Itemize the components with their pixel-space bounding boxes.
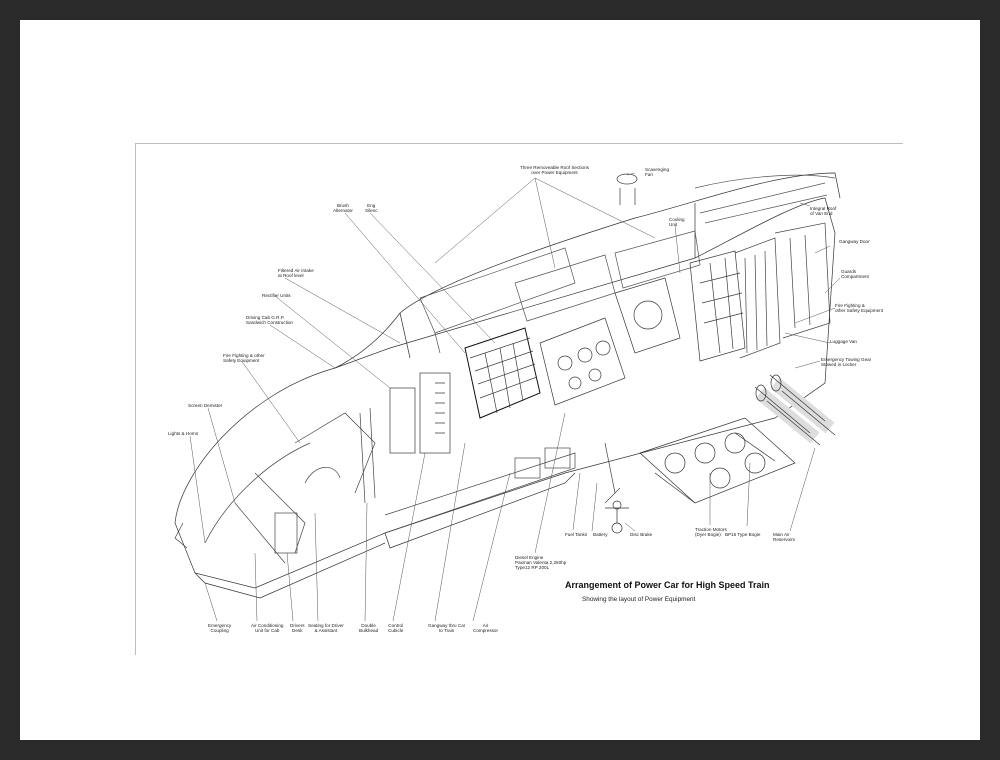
picture-frame: Three Removeable Roof Sections over Powe… [0, 0, 1000, 760]
label-emergency-towing: Emergency Towing Gear Stowed in Locker [821, 357, 872, 367]
artwork-print: Three Removeable Roof Sections over Powe… [135, 143, 903, 655]
caption-subtitle: Showing the layout of Power Equipment [582, 596, 696, 603]
label-air-conditioning: Air Conditioning Unit for Cab [251, 623, 284, 633]
label-drivers-desk: Drivers Desk [290, 623, 305, 633]
label-traction-motors: Traction Motors (Dyer Bogie) [695, 527, 727, 537]
label-driving-cab: Driving Cab G.R.P. Sandwich Construction [246, 315, 293, 325]
label-lights-horns: Lights & Horns [168, 431, 199, 436]
label-fire-fighting-right: Fire Fighting & other Safety Equipment [835, 303, 884, 313]
luggage-van [734, 222, 831, 359]
label-battery: Battery [593, 532, 608, 537]
label-disc-brake: Disc Brake [630, 532, 653, 537]
label-screen-demister: Screen Demister [188, 403, 223, 408]
label-main-air-reservoirs: Main Air Reservoirs [773, 532, 795, 542]
underframe-and-tanks [384, 442, 621, 534]
label-diesel-engine: Diesel Engine Paxman Valenta 2,250hp Typ… [515, 555, 567, 570]
bp16-bogie [639, 417, 796, 504]
leader-lines [189, 172, 841, 622]
label-guards-compartment: Guards Compartment [841, 269, 869, 279]
label-gangway-door: Gangway Door [839, 239, 870, 244]
label-scavenging-fan: Scavenging Fan [645, 167, 670, 177]
label-cooling-unit: Cooling Unit [669, 217, 685, 227]
label-control-cubicle: Control Cubicle [388, 623, 404, 633]
label-brush-alternator: Brush Alternator [333, 203, 353, 213]
label-fuel-tanks: Fuel Tanks [565, 532, 588, 537]
equipment-compartment [389, 173, 746, 454]
label-bp16-bogie: BP16 Type Bogie [725, 532, 761, 537]
label-fire-fighting-left: Fire Fighting & other Safety Equipment [223, 353, 265, 363]
label-emergency-coupling: Emergency Coupling [208, 623, 232, 633]
driving-cab-detail [174, 407, 376, 564]
label-eng-silencer: Eng Silenc [365, 203, 378, 213]
power-car-cutaway-drawing [174, 172, 841, 622]
label-air-compressor: Air Compressor [473, 623, 499, 633]
label-roof-sections: Three Removeable Roof Sections over Powe… [520, 165, 589, 175]
label-integral-roof: Integral Roof of Van End [810, 206, 837, 216]
label-luggage-van: Luggage Van [830, 339, 857, 344]
main-air-reservoirs [754, 374, 836, 446]
label-filtered-air-intake: Filtered Air Intake at Roof level [278, 268, 314, 278]
label-rectifier-units: Rectifier Units [262, 293, 291, 298]
label-double-bulkhead: Double Bulkhead [359, 623, 379, 633]
caption-title: Arrangement of Power Car for High Speed … [565, 580, 770, 590]
disc-brake-parts [605, 500, 629, 534]
label-seating: Seating for Driver & Assistant [308, 623, 344, 633]
frame-mat: Three Removeable Roof Sections over Powe… [20, 20, 980, 740]
roof-sections [419, 174, 836, 354]
label-gangway-car: Gangway thru Car to Train [428, 623, 466, 633]
